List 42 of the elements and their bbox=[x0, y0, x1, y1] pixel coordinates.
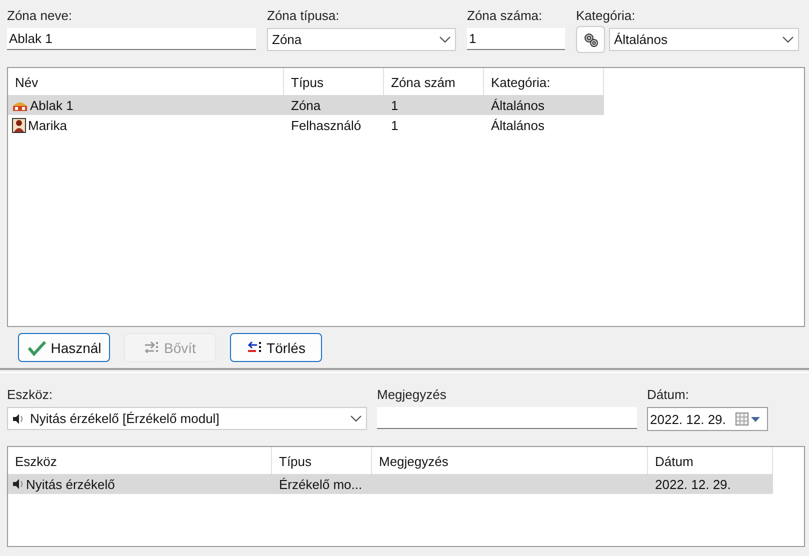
date-field[interactable]: 2022. 12. 29. bbox=[647, 407, 768, 431]
table-cell: Érzékelő mo... bbox=[279, 476, 362, 492]
table-row[interactable]: Marika Felhasználó 1 Általános bbox=[8, 115, 604, 135]
table-cell: 2022. 12. 29. bbox=[655, 476, 731, 492]
field-label: Zóna típusa: bbox=[267, 8, 340, 24]
table-cell: Ablak 1 bbox=[30, 98, 74, 112]
table-cell: Felhasználó bbox=[291, 118, 362, 132]
table-cell: Általános bbox=[491, 118, 544, 132]
table-row[interactable]: Nyitás érzékelő Érzékelő mo... 2022. 12. 29. bbox=[8, 474, 773, 494]
field-label: Kategória: bbox=[576, 8, 636, 24]
field-label: Dátum: bbox=[647, 387, 690, 403]
table-cell: 1 bbox=[391, 118, 398, 132]
settings-button[interactable] bbox=[576, 26, 605, 53]
gears-icon bbox=[582, 32, 598, 48]
table-cell: Marika bbox=[28, 118, 68, 132]
delete-button[interactable]: Törlés bbox=[230, 333, 322, 362]
table-cell: Zóna bbox=[291, 98, 321, 112]
person-icon bbox=[12, 118, 26, 132]
field-label: Zóna száma: bbox=[467, 8, 544, 24]
dropdown[interactable]: Nyitás érzékelő [Érzékelő modul] bbox=[7, 407, 367, 430]
dropdown[interactable]: Zóna bbox=[267, 28, 456, 51]
field-label: Eszköz: bbox=[7, 387, 54, 403]
arrows-icon bbox=[144, 340, 160, 354]
table-row[interactable]: Ablak 1 Zóna 1 Általános bbox=[8, 95, 604, 115]
speaker-icon bbox=[12, 412, 24, 424]
chevron-icon bbox=[350, 414, 362, 422]
table-cell: Általános bbox=[491, 98, 544, 112]
use-button[interactable]: Használ bbox=[18, 333, 110, 362]
table-cell: 1 bbox=[391, 98, 398, 112]
field-label: Megjegyzés bbox=[377, 387, 448, 403]
note-field[interactable] bbox=[377, 407, 637, 429]
chevron-icon bbox=[782, 36, 794, 44]
speaker-icon bbox=[12, 478, 24, 490]
arrows-icon bbox=[246, 340, 263, 354]
checkmark-icon bbox=[26, 340, 47, 356]
text-field[interactable]: 1 bbox=[467, 28, 565, 50]
chevron-icon bbox=[439, 36, 451, 44]
text-field[interactable]: Ablak 1 bbox=[7, 28, 256, 50]
dropdown[interactable]: Általános bbox=[609, 28, 799, 51]
table-cell: Nyitás érzékelő bbox=[26, 476, 115, 492]
field-label: Zóna neve: bbox=[7, 8, 74, 24]
calendar-icon bbox=[735, 412, 761, 426]
